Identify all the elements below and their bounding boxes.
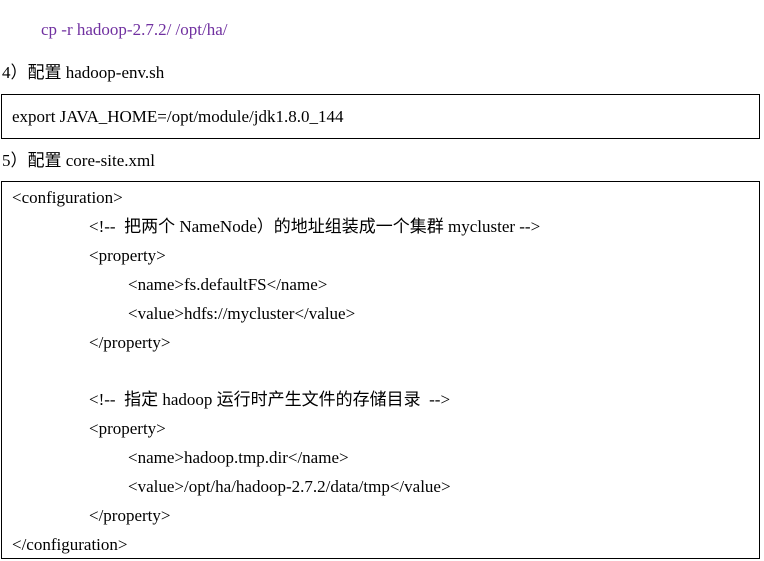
- xml-name-line: <name>hadoop.tmp.dir</name>: [128, 448, 349, 467]
- cp-command-text: cp -r hadoop-2.7.2/ /opt/ha/: [41, 20, 228, 39]
- env-code-box: export JAVA_HOME=/opt/module/jdk1.8.0_14…: [1, 94, 760, 139]
- xml-config-close: </configuration>: [12, 535, 128, 554]
- xml-value-line: <value>/opt/ha/hadoop-2.7.2/data/tmp</va…: [128, 477, 451, 496]
- xml-name-line: <name>fs.defaultFS</name>: [128, 275, 328, 294]
- xml-config-open: <configuration>: [12, 188, 123, 207]
- java-home-line: export JAVA_HOME=/opt/module/jdk1.8.0_14…: [12, 107, 344, 126]
- xml-property-close: </property>: [89, 333, 171, 352]
- xml-property-open: <property>: [89, 419, 166, 438]
- step5-heading: 5）配置 core-site.xml: [2, 151, 155, 170]
- xml-property-close: </property>: [89, 506, 171, 525]
- xml-comment-tmpdir: <!-- 指定 hadoop 运行时产生文件的存储目录 -->: [89, 390, 451, 409]
- xml-property-open: <property>: [89, 246, 166, 265]
- xml-comment-cluster: <!-- 把两个 NameNode）的地址组装成一个集群 mycluster -…: [89, 217, 541, 236]
- core-site-code-box: <configuration> <!-- 把两个 NameNode）的地址组装成…: [1, 181, 760, 559]
- step4-heading: 4）配置 hadoop-env.sh: [2, 63, 165, 82]
- xml-value-line: <value>hdfs://mycluster</value>: [128, 304, 356, 323]
